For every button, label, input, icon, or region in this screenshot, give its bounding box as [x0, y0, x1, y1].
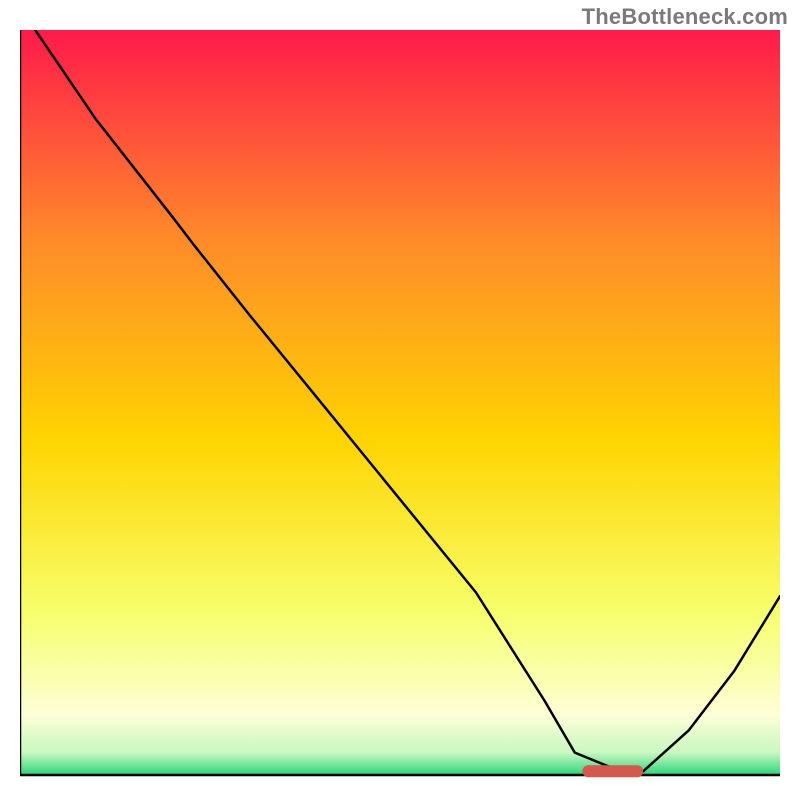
gradient-background [20, 30, 780, 775]
chart-stage: TheBottleneck.com [0, 0, 800, 800]
bottleneck-plot [20, 30, 780, 780]
optimal-marker [582, 765, 643, 777]
watermark-text: TheBottleneck.com [582, 4, 788, 30]
